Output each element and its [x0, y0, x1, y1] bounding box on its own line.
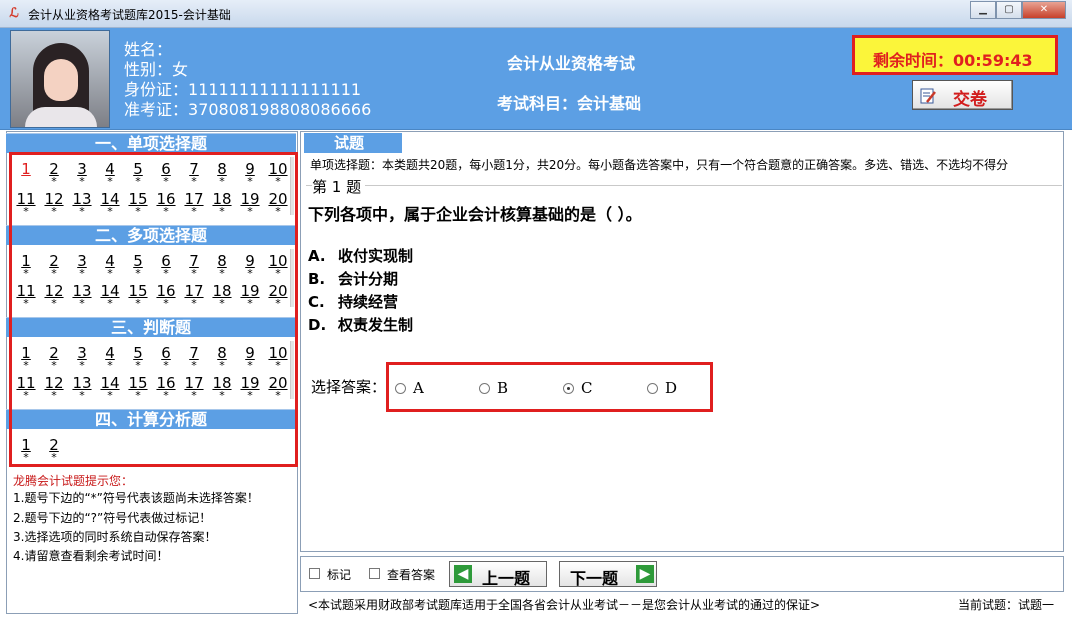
ticket-label: 准考证：	[124, 100, 189, 119]
navigator-highlight	[9, 152, 298, 467]
exam-header: 姓名： 性别：女 身份证：11111111111111111 准考证：37080…	[0, 28, 1072, 130]
timer-value: 00:59:43	[953, 51, 1033, 70]
answer-choices: A B C D	[386, 362, 713, 412]
tip-item: 4.请留意查看剩余考试时间！	[13, 549, 169, 563]
minimize-button[interactable]: ▁	[970, 1, 996, 19]
question-type-description: 单项选择题：本类题共20题，每小题1分，共20分。每小题备选答案中，只有一个符合…	[310, 158, 1009, 172]
option-d: D. 权责发生制	[308, 316, 414, 334]
prev-question-button[interactable]: ◀ 上一题	[449, 561, 547, 588]
answer-label: 选择答案：	[311, 378, 387, 396]
exam-subject: 考试科目：会计基础	[497, 94, 642, 113]
gender-label: 性别：	[124, 60, 173, 79]
window-title: 会计从业资格考试题库2015-会计基础	[28, 8, 231, 22]
window-controls: ▁ ▢ ✕	[970, 1, 1066, 19]
tip-item: 2.题号下边的“?”符号代表做过标记！	[13, 511, 212, 525]
tips-title: 龙腾会计试题提示您：	[13, 474, 134, 488]
tip-item: 1.题号下边的“*”符号代表该题尚未选择答案！	[13, 491, 259, 505]
option-b: B. 会计分期	[308, 270, 399, 288]
timer: 剩余时间：00:59:43	[873, 47, 1033, 71]
maximize-button[interactable]: ▢	[996, 1, 1022, 19]
option-c: C. 持续经营	[308, 293, 399, 311]
close-button[interactable]: ✕	[1022, 1, 1066, 19]
exam-name: 会计从业资格考试	[507, 54, 636, 73]
candidate-photo	[10, 30, 110, 128]
ticket-value: 370808198808086666	[188, 100, 372, 119]
logo-icon: ℒ	[9, 6, 19, 21]
option-a: A. 收付实现制	[308, 247, 414, 265]
submit-button[interactable]: 交卷	[912, 80, 1013, 110]
tab-question[interactable]: 试题	[304, 133, 402, 153]
timer-label: 剩余时间：	[873, 51, 954, 70]
timer-box: 剩余时间：00:59:43	[852, 35, 1058, 75]
question-panel	[300, 131, 1064, 552]
submit-label: 交卷	[953, 90, 987, 110]
candidate-info: 姓名： 性别：女 身份证：11111111111111111 准考证：37080…	[124, 40, 371, 120]
id-value: 11111111111111111	[188, 80, 362, 99]
status-bar: <本试题采用财政部考试题库适用于全国各省会计从业考试－－是您会计从业考试的通过的…	[300, 594, 1064, 614]
gender-value: 女	[172, 60, 189, 79]
arrow-left-icon: ◀	[454, 565, 472, 583]
question-divider	[306, 185, 1062, 186]
next-question-button[interactable]: 下一题 ▶	[559, 561, 657, 588]
tip-item: 3.选择选项的同时系统自动保存答案！	[13, 530, 217, 544]
arrow-right-icon: ▶	[636, 565, 654, 583]
id-label: 身份证：	[124, 80, 189, 99]
pencil-paper-icon	[920, 88, 936, 104]
question-text: 下列各项中，属于企业会计核算基础的是（ ）。	[308, 205, 642, 224]
section-header: 一、单项选择题	[6, 133, 296, 153]
name-label: 姓名：	[124, 40, 173, 59]
current-question: 当前试题：试题一	[957, 598, 1054, 612]
title-bar: ℒ 会计从业资格考试题库2015-会计基础 ▁ ▢ ✕	[0, 0, 1072, 28]
footer-notice: <本试题采用财政部考试题库适用于全国各省会计从业考试－－是您会计从业考试的通过的…	[308, 598, 821, 612]
question-number: 第 1 题	[312, 176, 366, 197]
